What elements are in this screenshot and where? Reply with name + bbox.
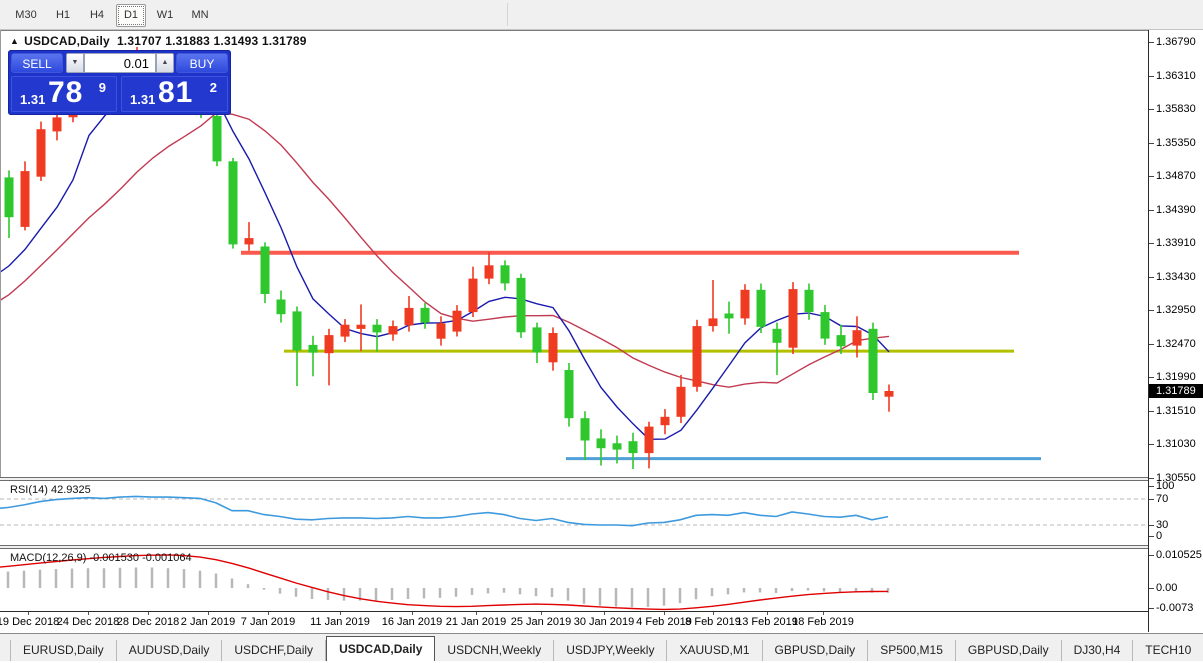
buy-button[interactable]: BUY [176, 53, 228, 73]
time-axis-tick [268, 612, 269, 615]
rsi-label: RSI(14) 42.9325 [10, 484, 91, 496]
sell-price-prefix: 1.31 [20, 92, 45, 107]
chart-tab-tech10[interactable]: TECH10 [1133, 640, 1203, 661]
buy-price-box[interactable]: 1.31 81 2 [121, 76, 228, 112]
time-axis-label: 4 Feb 2019 [636, 616, 692, 628]
time-axis-label: 19 Dec 2018 [0, 616, 59, 628]
chart-symbol-label: USDCAD,Daily [24, 34, 110, 48]
chart-tab-sp500-m15[interactable]: SP500,M15 [868, 640, 956, 661]
buy-price-sup: 2 [210, 80, 217, 95]
timeframe-button-d1[interactable]: D1 [116, 4, 146, 27]
volume-increase-button[interactable]: ▲ [156, 53, 174, 73]
ma-slow-line [1, 112, 889, 387]
timeframe-button-mn[interactable]: MN [184, 4, 216, 27]
price-axis-label: 1.33910 [1156, 237, 1196, 249]
current-price-badge: 1.31789 [1149, 384, 1203, 398]
macd-axis-label: -0.0073 [1156, 602, 1193, 614]
time-axis-tick [208, 612, 209, 615]
chart-tab-dj30-h4[interactable]: DJ30,H4 [1062, 640, 1134, 661]
chart-tab-xauusd-m1[interactable]: XAUUSD,M1 [667, 640, 762, 661]
price-axis-label: 1.31510 [1156, 405, 1196, 417]
price-axis-border [1148, 30, 1149, 632]
chart-ohlc-values: 1.31707 1.31883 1.31493 1.31789 [117, 34, 307, 48]
time-axis-label: 30 Jan 2019 [574, 616, 635, 628]
chart-tab-bar: EURUSD,DailyAUDUSD,DailyUSDCHF,DailyUSDC… [0, 633, 1203, 661]
buy-price-prefix: 1.31 [130, 92, 155, 107]
chart-tab-usdcad-daily[interactable]: USDCAD,Daily [326, 636, 435, 661]
time-axis-label: 7 Jan 2019 [241, 616, 295, 628]
time-axis-label: 11 Jan 2019 [310, 616, 370, 628]
buy-price-big: 81 [158, 76, 193, 110]
time-axis-label: 25 Jan 2019 [511, 616, 572, 628]
chart-tab-usdjpy-weekly[interactable]: USDJPY,Weekly [554, 640, 667, 661]
time-axis-tick [412, 612, 413, 615]
timeframe-button-w1[interactable]: W1 [150, 4, 180, 27]
price-axis-label: 1.34390 [1156, 204, 1196, 216]
time-axis[interactable]: 19 Dec 201824 Dec 201828 Dec 20182 Jan 2… [0, 612, 1148, 632]
price-axis-label: 1.32470 [1156, 338, 1196, 350]
price-axis-label: 1.31990 [1156, 371, 1196, 383]
time-axis-label: 21 Jan 2019 [446, 616, 507, 628]
price-axis-label: 1.36790 [1156, 36, 1196, 48]
sell-price-box[interactable]: 1.31 78 9 [11, 76, 117, 112]
rsi-chart [0, 481, 1148, 545]
price-axis-label: 1.32950 [1156, 304, 1196, 316]
time-axis-label: 13 Feb 2019 [736, 616, 798, 628]
ma-fast-line [1, 77, 889, 439]
chart-tab-audusd-daily[interactable]: AUDUSD,Daily [117, 640, 223, 661]
price-axis-label: 1.35830 [1156, 103, 1196, 115]
time-axis-label: 28 Dec 2018 [117, 616, 179, 628]
rsi-pane [0, 481, 1148, 545]
timeframe-toolbar: M30H1H4D1W1MN [0, 0, 1203, 30]
time-axis-tick [604, 612, 605, 615]
time-axis-tick [340, 612, 341, 615]
price-axis-label: 1.33430 [1156, 271, 1196, 283]
timeframe-button-m30[interactable]: M30 [8, 4, 44, 27]
price-axis[interactable]: 1.36790 1.36310 1.35830 1.35350 1.34870 1.343… [1149, 30, 1203, 632]
timeframe-button-h1[interactable]: H1 [48, 4, 78, 27]
time-axis-label: 16 Jan 2019 [382, 616, 443, 628]
chart-tab-gbpusd-daily[interactable]: GBPUSD,Daily [956, 640, 1062, 661]
toolbar-separator [507, 3, 508, 26]
time-axis-tick [541, 612, 542, 615]
time-axis-tick [88, 612, 89, 615]
price-axis-label: 1.31030 [1156, 438, 1196, 450]
time-axis-tick [767, 612, 768, 615]
chart-title: ▲ USDCAD,Daily 1.31707 1.31883 1.31493 1.… [10, 34, 307, 48]
one-click-trading-panel: SELL ▼ ▲ BUY 1.31 78 9 1.31 81 2 [8, 50, 231, 115]
chart-tab-eurusd-daily[interactable]: EURUSD,Daily [10, 640, 117, 661]
sell-price-sup: 9 [99, 80, 106, 95]
time-axis-tick [664, 612, 665, 615]
price-axis-label: 1.35350 [1156, 137, 1196, 149]
rsi-axis-label: 0 [1156, 530, 1162, 542]
rsi-axis-label: 100 [1156, 480, 1174, 492]
macd-axis-label: 0.00 [1156, 582, 1177, 594]
price-axis-label: 1.34870 [1156, 170, 1196, 182]
time-axis-tick [476, 612, 477, 615]
time-axis-label: 24 Dec 2018 [57, 616, 119, 628]
chart-tab-usdchf-daily[interactable]: USDCHF,Daily [222, 640, 326, 661]
macd-axis-label: 0.010525 [1156, 549, 1202, 561]
sell-price-big: 78 [48, 76, 83, 110]
time-axis-label: 2 Jan 2019 [181, 616, 235, 628]
chart-tab-usdcnh-weekly[interactable]: USDCNH,Weekly [435, 640, 554, 661]
timeframe-button-h4[interactable]: H4 [82, 4, 112, 27]
time-axis-label: 8 Feb 2019 [685, 616, 741, 628]
sell-button[interactable]: SELL [11, 53, 63, 73]
collapse-triangle-icon[interactable]: ▲ [10, 36, 19, 46]
macd-label: MACD(12,26,9) -0.001530 -0.001064 [10, 552, 192, 564]
time-axis-label: 18 Feb 2019 [792, 616, 854, 628]
volume-input[interactable] [84, 53, 156, 73]
rsi-line [0, 496, 888, 525]
time-axis-tick [713, 612, 714, 615]
rsi-axis-label: 70 [1156, 493, 1168, 505]
time-axis-tick [148, 612, 149, 615]
volume-decrease-button[interactable]: ▼ [66, 53, 84, 73]
time-axis-tick [28, 612, 29, 615]
time-axis-tick [823, 612, 824, 615]
chart-tab-gbpusd-daily[interactable]: GBPUSD,Daily [763, 640, 869, 661]
price-axis-label: 1.36310 [1156, 70, 1196, 82]
